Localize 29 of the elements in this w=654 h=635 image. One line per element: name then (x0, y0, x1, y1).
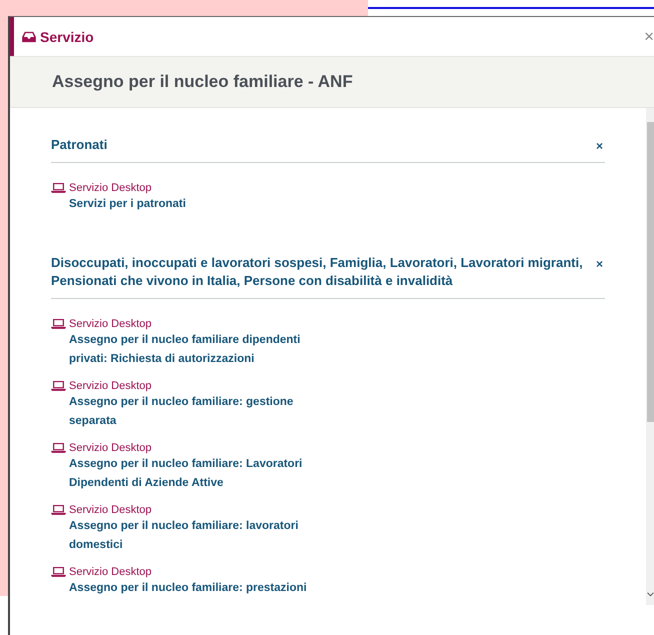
service-link[interactable]: Servizi per i patronati (69, 195, 319, 214)
laptop-icon (51, 319, 66, 329)
close-button[interactable]: × (642, 28, 654, 45)
inbox-icon (22, 30, 36, 42)
service-link[interactable]: Assegno per il nucleo familiare: Lavoratori Dipendenti di Aziende Attive (69, 455, 319, 493)
service-link[interactable]: Assegno per il nucleo familiare dipendenti privati: Richiesta di autorizzazioni (69, 331, 319, 369)
service-type: Servizio Desktop (69, 379, 152, 393)
scrollbar-thumb[interactable] (647, 122, 654, 422)
laptop-icon (51, 505, 66, 515)
service-link[interactable]: Assegno per il nucleo familiare: prestazioni (69, 579, 319, 598)
section-title: Patronati (51, 136, 108, 154)
scrollbar[interactable] (646, 108, 654, 605)
service-type: Servizio Desktop (69, 317, 152, 331)
laptop-icon (51, 567, 66, 577)
service-title: Assegno per il nucleo familiare - ANF (52, 72, 353, 92)
laptop-icon (51, 183, 66, 193)
laptop-icon (51, 381, 66, 391)
dialog-title: Servizio (40, 28, 94, 44)
scroll-down-icon[interactable] (647, 592, 654, 597)
laptop-icon (51, 443, 66, 453)
service-type: Servizio Desktop (69, 565, 152, 579)
service-type: Servizio Desktop (69, 503, 152, 517)
service-type: Servizio Desktop (69, 441, 152, 455)
remove-button[interactable]: × (596, 254, 605, 270)
section-title: Disoccupati, inoccupati e lavoratori sospesi, Famiglia, Lavoratori, Lavoratori migranti, Pensionati che vivono in Italia, Persone con disabilità e invalidità (51, 254, 584, 290)
remove-button[interactable]: × (596, 136, 605, 152)
service-link[interactable]: Assegno per il nucleo familiare: gestione separata (69, 393, 319, 431)
service-type: Servizio Desktop (69, 181, 152, 195)
service-link[interactable]: Assegno per il nucleo familiare: lavoratori domestici (69, 517, 319, 555)
